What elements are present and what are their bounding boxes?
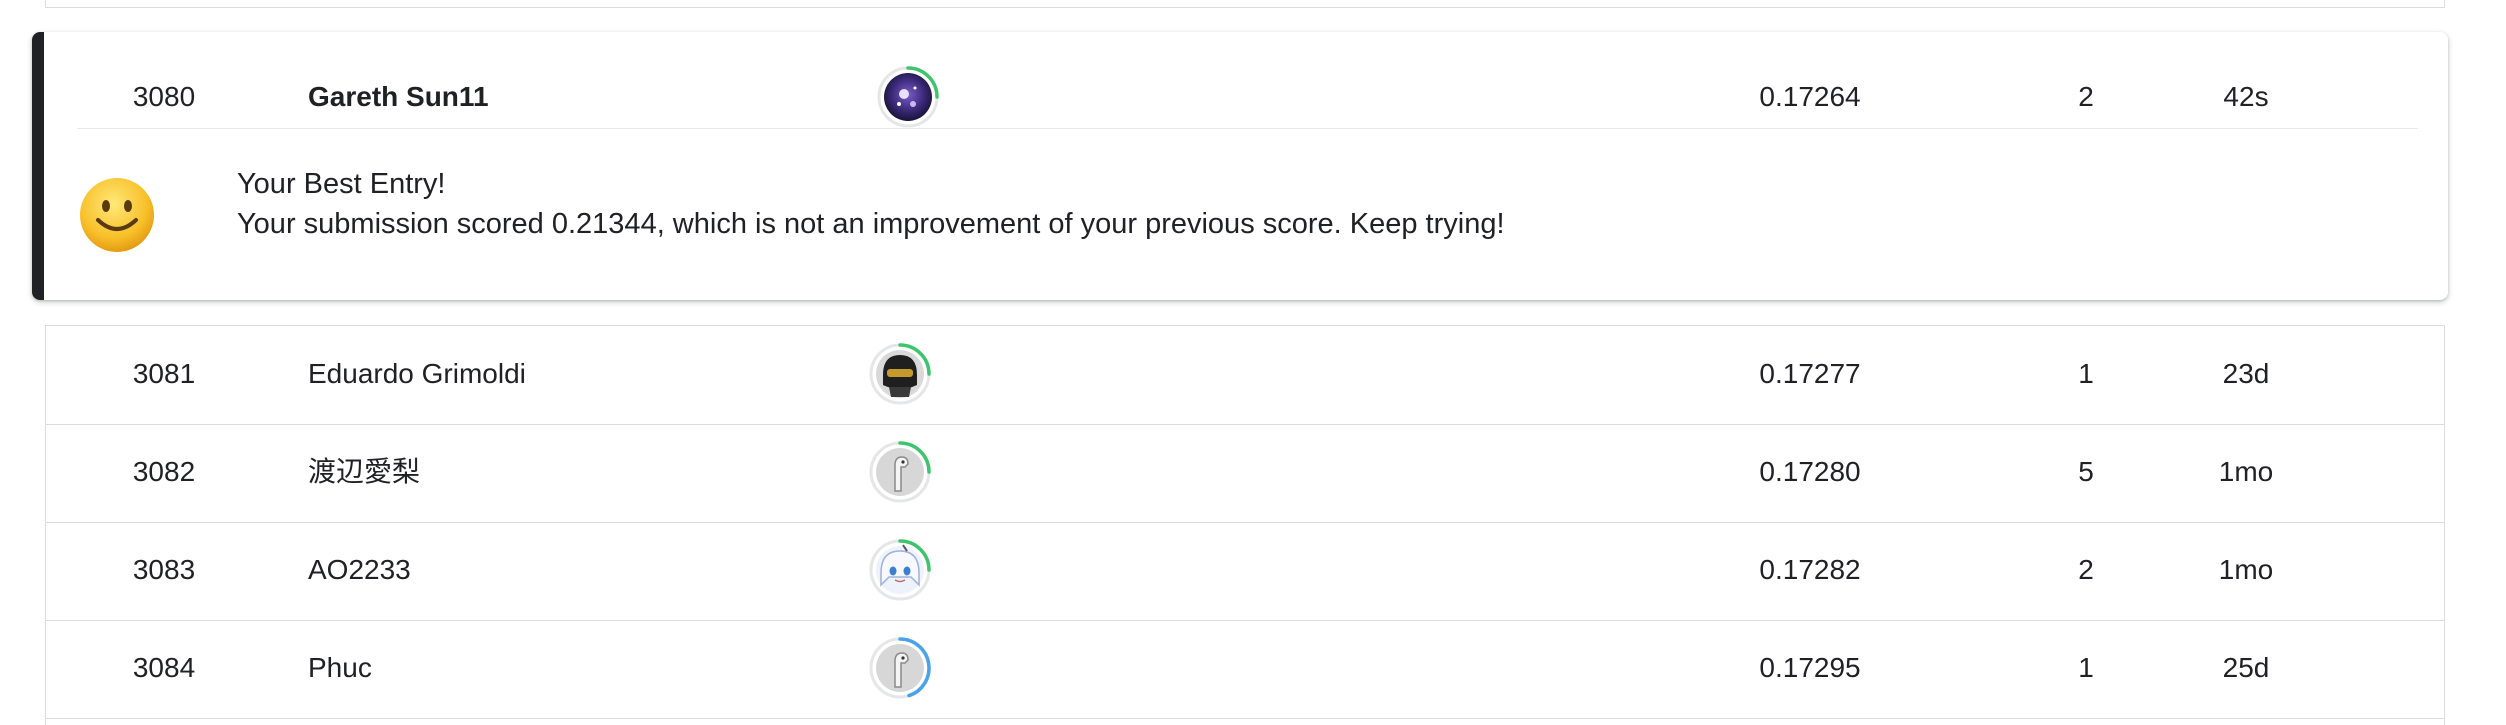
team-name-link[interactable]: Phuc [308,652,372,684]
divider [77,128,2418,129]
table-row: 3082 渡辺愛梨 0.17280 5 1mo [46,424,2444,523]
team-name-link[interactable]: 渡辺愛梨 [308,456,420,488]
rank-cell: 3080 [132,81,196,112]
entries-cell: 1 [2078,652,2094,683]
rank-cell: 3082 [132,456,196,487]
rank-cell: 3083 [132,554,196,585]
team-name-link[interactable]: Eduardo Grimoldi [308,358,526,390]
rank-cell: 3081 [132,358,196,389]
avatar-space-icon [877,66,939,128]
entries-cell: 2 [2078,554,2094,585]
message-body: Your submission scored 0.21344, which is… [237,208,1505,240]
table-row: 3084 Phuc 0.17295 1 25d [46,620,2444,719]
message-title: Your Best Entry! [237,168,446,200]
score-cell: 0.17295 [1759,652,1861,683]
avatar-helmet-icon [869,343,931,405]
score-cell: 0.17280 [1759,456,1861,487]
last-submission-cell: 1mo [2218,554,2274,585]
current-user-entry-card: 3080 Gareth Sun11 0.17264 2 42s Your Bes… [32,32,2448,300]
team-name-link[interactable]: AO2233 [308,554,411,586]
last-submission-cell: 1mo [2218,456,2274,487]
avatar-bird-icon [869,637,931,699]
avatar[interactable] [867,439,933,505]
accent-bar [32,32,44,300]
rank-cell: 3084 [132,652,196,683]
last-submission-cell: 25d [2222,652,2270,683]
table-row: 3081 Eduardo Grimoldi 0.17277 1 23d [46,326,2444,425]
avatar[interactable] [867,635,933,701]
score-cell: 0.17282 [1759,554,1861,585]
table-row: 3083 AO2233 0.17282 2 1mo [46,522,2444,621]
entries-cell: 2 [2078,81,2094,112]
entries-cell: 1 [2078,358,2094,389]
score-cell: 0.17277 [1759,358,1861,389]
team-name-link[interactable]: Gareth Sun11 [308,81,489,113]
avatar[interactable] [867,341,933,407]
avatar-bird-icon [869,441,931,503]
leaderboard-table: 3081 Eduardo Grimoldi 0.17277 1 23d 3082… [45,325,2445,725]
avatar[interactable] [867,537,933,603]
last-submission-cell: 42s [2223,81,2269,112]
smiley-face-icon [78,176,156,254]
last-submission-cell: 23d [2222,358,2270,389]
entries-cell: 5 [2078,456,2094,487]
avatar-anime-icon [869,539,931,601]
score-cell: 0.17264 [1759,81,1861,112]
previous-row-bottom-edge [45,0,2445,8]
avatar[interactable] [875,64,941,130]
